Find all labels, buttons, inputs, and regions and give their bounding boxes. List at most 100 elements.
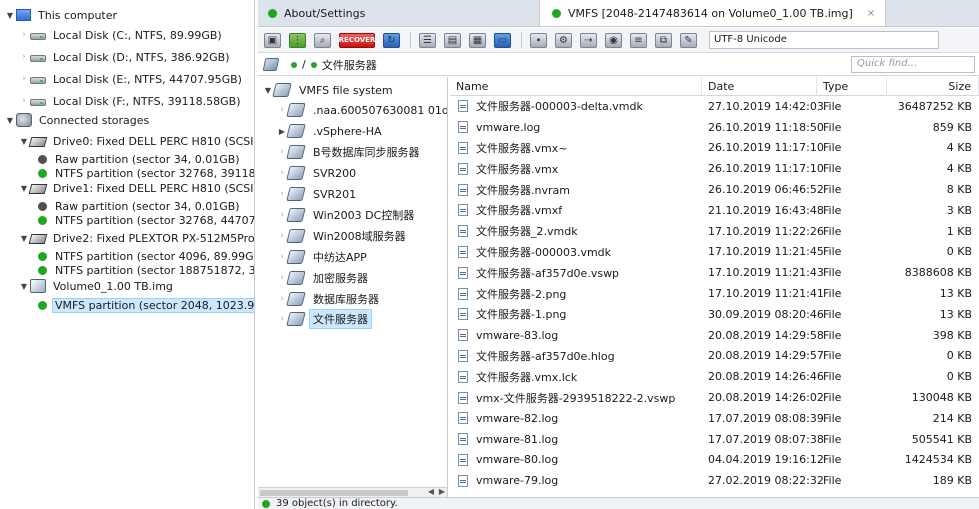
table-row[interactable]: 文件服务器-2.png 17.10.2019 11:21:41 File 13 KB [450, 283, 979, 304]
table-row[interactable]: 文件服务器_2.vmdk 17.10.2019 11:22:26 File 1 KB [450, 221, 979, 242]
export-icon[interactable]: ⇢ [580, 32, 597, 48]
refresh-icon[interactable]: ↻ [383, 32, 400, 48]
scroll-right-icon[interactable]: ▶ [439, 487, 445, 496]
view-text-icon[interactable]: ▭ [494, 32, 511, 48]
recover-button[interactable]: RECOVER [339, 32, 375, 48]
folder-item[interactable]: › Win2003 DC控制器 [276, 205, 418, 225]
view-hex-icon[interactable]: ▦ [469, 32, 486, 48]
close-icon[interactable]: × [867, 8, 875, 19]
file-icon [458, 183, 468, 196]
folder-item[interactable]: ▶ .vSphere-HA [276, 121, 386, 141]
folder-item[interactable]: › Win2008域服务器 [276, 226, 410, 246]
tree-node-partition[interactable]: NTFS partition (sector 32768, 44707.95GB… [38, 211, 254, 229]
folder-item-selected[interactable]: › 文件服务器 [276, 309, 372, 329]
expand-arrow-icon[interactable]: ▼ [4, 114, 16, 126]
status-bar: 39 object(s) in directory. [258, 497, 979, 509]
settings-icon[interactable]: ⚙ [555, 32, 572, 48]
expand-arrow-icon[interactable]: ▼ [18, 280, 30, 292]
file-name: 文件服务器-af357d0e.vswp [476, 266, 620, 280]
tree-node-drive2[interactable]: ▼ Drive2: Fixed PLEXTOR PX-512M5Pro (SAT… [18, 229, 254, 247]
table-row[interactable]: vmware-82.log 17.07.2019 08:08:39 File 214 … [450, 408, 979, 429]
file-list-panel: Name Date Type Size 文件服务器-000003-delta.v… [450, 77, 979, 497]
table-row[interactable]: vmware.log 26.10.2019 11:18:50 File 859 KB [450, 117, 979, 138]
tree-node-connected-storages[interactable]: ▼ Connected storages [4, 111, 152, 129]
folder-item[interactable]: › SVR200 [276, 163, 360, 183]
column-header-date[interactable]: Date [702, 77, 817, 96]
column-header-size[interactable]: Size [887, 77, 979, 96]
tree-node-local-disk-d[interactable]: › Local Disk (D:, NTFS, 386.92GB) [18, 48, 233, 66]
tree-node-local-disk-c[interactable]: › Local Disk (C:, NTFS, 89.99GB) [18, 26, 225, 44]
file-size: 189 KB [932, 474, 972, 488]
horizontal-scrollbar[interactable]: ◀ ▶ [258, 487, 447, 497]
view-preview-icon[interactable]: ▤ [444, 32, 461, 48]
tree-node-local-disk-f[interactable]: › Local Disk (F:, NTFS, 39118.58GB) [18, 92, 244, 110]
partition-status-icon [38, 154, 47, 164]
table-row[interactable]: vmware-79.log 27.02.2019 08:22:32 File 189 … [450, 470, 979, 491]
scrollbar-thumb[interactable] [260, 490, 408, 496]
save-icon[interactable]: ▣ [264, 32, 281, 48]
folder-item[interactable]: › SVR201 [276, 184, 360, 204]
file-type: File [823, 203, 842, 217]
file-size: 859 KB [932, 120, 972, 134]
tree-view-icon[interactable]: ⋮ [289, 32, 306, 48]
tree-node-drive1[interactable]: ▼ Drive1: Fixed DELL PERC H810 (SCSI) [18, 179, 254, 197]
table-row[interactable]: vmware-83.log 20.08.2019 14:29:58 File 398 … [450, 325, 979, 346]
folder-icon [286, 271, 306, 285]
column-header-type[interactable]: Type [817, 77, 887, 96]
table-row[interactable]: 文件服务器-af357d0e.hlog 20.08.2019 14:29:57 Fi… [450, 346, 979, 367]
file-name: 文件服务器-af357d0e.hlog [476, 349, 615, 363]
tree-node-drive0[interactable]: ▼ Drive0: Fixed DELL PERC H810 (SCSI) [18, 132, 254, 150]
file-icon [458, 204, 468, 217]
folder-item[interactable]: › 数据库服务器 [276, 289, 383, 309]
file-name: vmware-80.log [476, 453, 559, 467]
table-row[interactable]: 文件服务器-000003.vmdk 17.10.2019 11:21:45 File… [450, 242, 979, 263]
folder-root[interactable]: ▼ VMFS file system [262, 80, 397, 100]
quick-find-input[interactable]: Quick find... [851, 56, 975, 73]
tab-vmfs[interactable]: VMFS [2048-2147483614 on Volume0_1.00 TB… [540, 0, 887, 26]
file-size: 0 KB [946, 370, 972, 384]
file-type: File [823, 328, 842, 342]
folder-item[interactable]: › .naa.600507630081 01d5d00 [276, 100, 447, 120]
tree-node-volume[interactable]: ▼ Volume0_1.00 TB.img [18, 277, 176, 295]
folder-item[interactable]: › 加密服务器 [276, 268, 372, 288]
file-icon [458, 225, 468, 238]
document-icon[interactable]: ≡ [630, 32, 647, 48]
breadcrumb-current[interactable]: 文件服务器 [322, 57, 377, 73]
file-list-header: Name Date Type Size [450, 77, 979, 96]
tab-about-settings[interactable]: About/Settings [258, 0, 540, 26]
status-text: 39 object(s) in directory. [276, 498, 398, 509]
file-name: 文件服务器-000003-delta.vmdk [476, 100, 643, 114]
table-row[interactable]: 文件服务器-000003-delta.vmdk 27.10.2019 14:42:… [450, 96, 979, 117]
pen-icon[interactable]: ✎ [680, 32, 697, 48]
table-row[interactable]: 文件服务器-af357d0e.vswp 17.10.2019 11:21:43 Fi… [450, 262, 979, 283]
file-date: 26.10.2019 11:17:10 [708, 141, 824, 155]
copy-icon[interactable]: ⧉ [655, 32, 672, 48]
table-row[interactable]: 文件服务器.vmx 26.10.2019 11:17:10 File 4 KB [450, 158, 979, 179]
table-row[interactable]: 文件服务器.nvram 26.10.2019 06:46:52 File 8 KB [450, 179, 979, 200]
table-row[interactable]: vmware-80.log 04.04.2019 19:16:12 File 1424… [450, 450, 979, 471]
table-row[interactable]: vmx-文件服务器-2939518222-2.vswp 20.08.2019 14… [450, 387, 979, 408]
tree-node-this-computer[interactable]: ▼ This computer [4, 6, 120, 24]
tree-node-local-disk-e[interactable]: › Local Disk (E:, NTFS, 44707.95GB) [18, 70, 245, 88]
file-type: File [823, 432, 842, 446]
table-row[interactable]: 文件服务器.vmxf 21.10.2019 16:43:48 File 3 KB [450, 200, 979, 221]
table-row[interactable]: 文件服务器.vmx~ 26.10.2019 11:17:10 File 4 KB [450, 138, 979, 159]
image-icon[interactable]: ◉ [605, 32, 622, 48]
table-row[interactable]: vmware-81.log 17.07.2019 08:07:38 File 5055… [450, 429, 979, 450]
folder-item[interactable]: › B号数据库同步服务器 [276, 142, 424, 162]
column-header-name[interactable]: Name [450, 77, 702, 96]
file-date: 27.10.2019 14:42:03 [708, 99, 824, 113]
table-row[interactable]: 文件服务器-1.png 30.09.2019 08:20:46 File 13 KB [450, 304, 979, 325]
view-list-icon[interactable]: ☰ [419, 32, 436, 48]
search-icon[interactable]: ⌕ [314, 32, 331, 48]
scroll-left-icon[interactable]: ◀ [428, 487, 434, 496]
folder-icon [286, 312, 306, 326]
file-type: File [823, 370, 842, 384]
filter-icon[interactable]: ∙ [530, 32, 547, 48]
folder-item[interactable]: › 中纺达APP [276, 247, 371, 267]
encoding-select[interactable]: UTF-8 Unicode [709, 31, 939, 49]
tree-node-vmfs-partition[interactable]: VMFS partition (sector 2048, 1023.97GB) [38, 296, 254, 314]
table-row[interactable]: 文件服务器.vmx.lck 20.08.2019 14:26:46 File 0 KB [450, 366, 979, 387]
expand-arrow-icon[interactable]: ▼ [4, 9, 16, 21]
file-type: File [823, 474, 842, 488]
